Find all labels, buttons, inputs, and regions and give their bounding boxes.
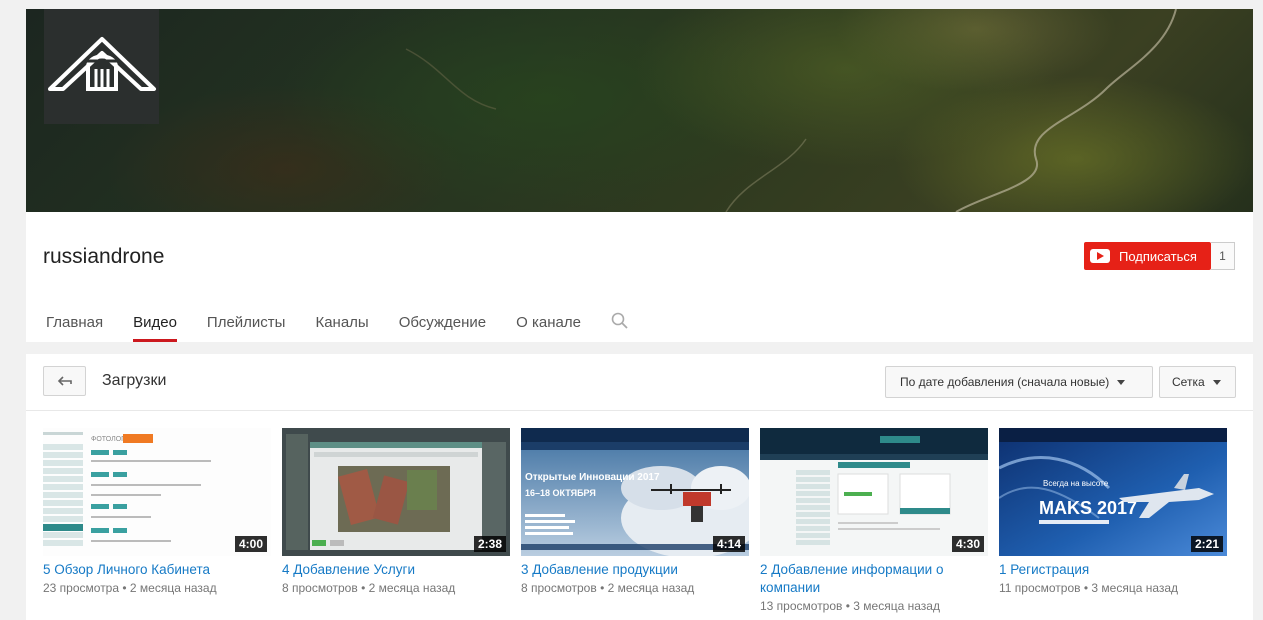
view-count: 13 просмотров	[760, 599, 843, 613]
video-item: Всегда на высоте MAKS 2017 2:21 1 Регист…	[999, 428, 1227, 595]
thumb-dates: 16–18 ОКТЯБРЯ	[525, 488, 596, 498]
subscribe-label: Подписаться	[1119, 248, 1197, 264]
subscriber-count: 1	[1211, 242, 1235, 270]
video-title[interactable]: 3 Добавление продукции	[521, 561, 749, 579]
video-duration: 4:30	[951, 536, 984, 552]
video-meta: 8 просмотров • 2 месяца назад	[521, 581, 749, 595]
video-title[interactable]: 2 Добавление информации о компании	[760, 561, 988, 597]
video-thumbnail[interactable]: 4:30	[760, 428, 988, 556]
back-button[interactable]	[43, 366, 86, 396]
video-item: 4:30 2 Добавление информации о компании …	[760, 428, 988, 613]
view-count: 8 просмотров	[521, 581, 597, 595]
section-title: Загрузки	[102, 372, 167, 389]
meta-separator: •	[361, 581, 366, 595]
upload-age: 3 месяца назад	[1091, 581, 1179, 595]
channel-header: russiandrone Подписаться 1 Главная Видео…	[26, 212, 1253, 342]
channel-banner	[26, 9, 1253, 212]
video-thumbnail[interactable]: 2:38	[282, 428, 510, 556]
video-meta: 11 просмотров • 3 месяца назад	[999, 581, 1227, 595]
tab-videos[interactable]: Видео	[133, 308, 177, 342]
video-thumbnail[interactable]: Всегда на высоте MAKS 2017 2:21	[999, 428, 1227, 556]
chevron-down-icon	[1212, 379, 1221, 385]
view-count: 8 просмотров	[282, 581, 358, 595]
sort-label: По дате добавления (сначала новые)	[900, 375, 1110, 389]
video-item: Открытые Инновации 2017 16–18 ОКТЯБРЯ 4:…	[521, 428, 749, 595]
uploads-section: Загрузки По дате добавления (сначала нов…	[26, 354, 1253, 620]
upload-age: 3 месяца назад	[853, 599, 940, 613]
chevron-down-icon	[1117, 379, 1126, 385]
video-duration: 2:38	[473, 536, 506, 552]
banner-landscape	[405, 9, 1177, 212]
video-meta: 8 просмотров • 2 месяца назад	[282, 581, 510, 595]
tab-discussion[interactable]: Обсуждение	[399, 308, 486, 342]
tab-playlists[interactable]: Плейлисты	[207, 308, 286, 342]
video-meta: 13 просмотров • 3 месяца назад	[760, 599, 988, 613]
video-duration: 4:14	[712, 536, 745, 552]
video-duration: 2:21	[1190, 536, 1223, 552]
channel-logo[interactable]	[44, 9, 159, 124]
meta-separator: •	[845, 599, 850, 613]
video-meta: 23 просмотра • 2 месяца назад	[43, 581, 271, 595]
upload-age: 2 месяца назад	[129, 581, 217, 595]
meta-separator: •	[600, 581, 605, 595]
thumb-brand: MAKS 2017	[1039, 498, 1137, 518]
subscribe-button[interactable]: Подписаться	[1084, 242, 1211, 270]
meta-separator: •	[122, 581, 127, 595]
upload-age: 2 месяца назад	[607, 581, 695, 595]
video-title[interactable]: 1 Регистрация	[999, 561, 1227, 579]
search-icon[interactable]	[611, 308, 629, 342]
video-thumbnail[interactable]: ФОТОЛОГОС 4:00	[43, 428, 271, 556]
youtube-play-icon	[1090, 249, 1110, 263]
meta-separator: •	[1083, 581, 1089, 595]
view-dropdown[interactable]: Сетка	[1159, 366, 1236, 398]
video-thumbnail[interactable]: Открытые Инновации 2017 16–18 ОКТЯБРЯ 4:…	[521, 428, 749, 556]
view-count: 11 просмотров	[999, 581, 1081, 595]
thumb-headline: Открытые Инновации 2017	[525, 472, 660, 483]
divider	[26, 410, 1253, 411]
drone-logo-icon	[48, 37, 156, 91]
video-item: 2:38 4 Добавление Услуги 8 просмотров • …	[282, 428, 510, 595]
channel-tabs: Главная Видео Плейлисты Каналы Обсуждени…	[26, 308, 629, 342]
tab-channels[interactable]: Каналы	[315, 308, 368, 342]
tab-home[interactable]: Главная	[46, 308, 103, 342]
video-item: ФОТОЛОГОС 4:00 5 Обзор Личного Кабинета …	[43, 428, 271, 595]
view-count: 23 просмотра	[43, 581, 120, 595]
thumb-slogan: Всегда на высоте	[1043, 479, 1109, 488]
upload-age: 2 месяца назад	[368, 581, 456, 595]
video-title[interactable]: 5 Обзор Личного Кабинета	[43, 561, 271, 579]
back-arrow-icon	[57, 376, 72, 386]
video-title[interactable]: 4 Добавление Услуги	[282, 561, 510, 579]
tab-about[interactable]: О канале	[516, 308, 581, 342]
view-label: Сетка	[1172, 375, 1205, 389]
video-duration: 4:00	[234, 536, 267, 552]
sort-dropdown[interactable]: По дате добавления (сначала новые)	[885, 366, 1153, 398]
channel-name[interactable]: russiandrone	[43, 245, 164, 269]
